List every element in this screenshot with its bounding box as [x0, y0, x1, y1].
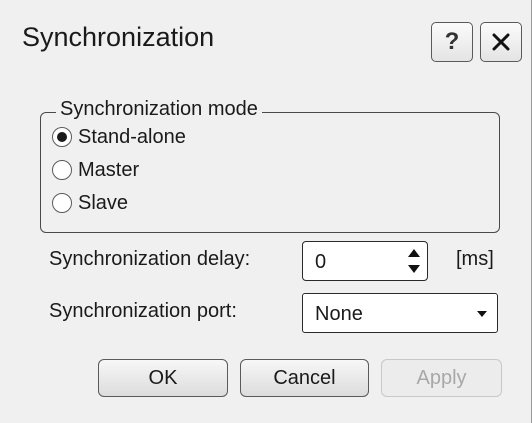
dialog-title: Synchronization [22, 22, 215, 52]
radio-slave[interactable]: Slave [52, 190, 128, 216]
chevron-down-icon[interactable] [477, 311, 487, 317]
radio-stand-alone[interactable]: Stand-alone [52, 124, 186, 150]
sync-mode-group-title: Synchronization mode [56, 98, 262, 121]
spin-down-arrow-icon[interactable] [408, 265, 420, 273]
close-button[interactable] [480, 22, 522, 62]
sync-delay-unit: [ms] [456, 248, 494, 270]
sync-delay-label: Synchronization delay: [49, 248, 251, 270]
spin-up-arrow-icon[interactable] [408, 249, 420, 257]
radio-indicator[interactable] [52, 160, 72, 180]
radio-indicator-checked[interactable] [52, 127, 72, 147]
radio-label-slave: Slave [78, 191, 129, 214]
radio-label-stand-alone: Stand-alone [78, 125, 186, 148]
radio-master[interactable]: Master [52, 157, 139, 183]
ok-button[interactable]: OK [98, 359, 228, 397]
radio-dot [57, 132, 67, 142]
sync-delay-value[interactable]: 0 [315, 251, 326, 274]
sync-port-label: Synchronization port: [49, 300, 237, 322]
help-button[interactable]: ? [431, 22, 473, 62]
radio-label-master: Master [78, 158, 140, 181]
close-icon [492, 33, 510, 51]
synchronization-dialog: Synchronization ? Synchronization mode S… [0, 0, 532, 423]
radio-indicator[interactable] [52, 193, 72, 213]
cancel-button[interactable]: Cancel [240, 359, 369, 397]
sync-delay-spinbox[interactable]: 0 [302, 241, 428, 281]
sync-port-dropdown[interactable]: None [302, 293, 498, 333]
sync-port-value: None [315, 303, 363, 325]
apply-button[interactable]: Apply [381, 359, 502, 397]
title-bar: Synchronization ? [0, 0, 532, 72]
spin-arrows [405, 245, 423, 277]
